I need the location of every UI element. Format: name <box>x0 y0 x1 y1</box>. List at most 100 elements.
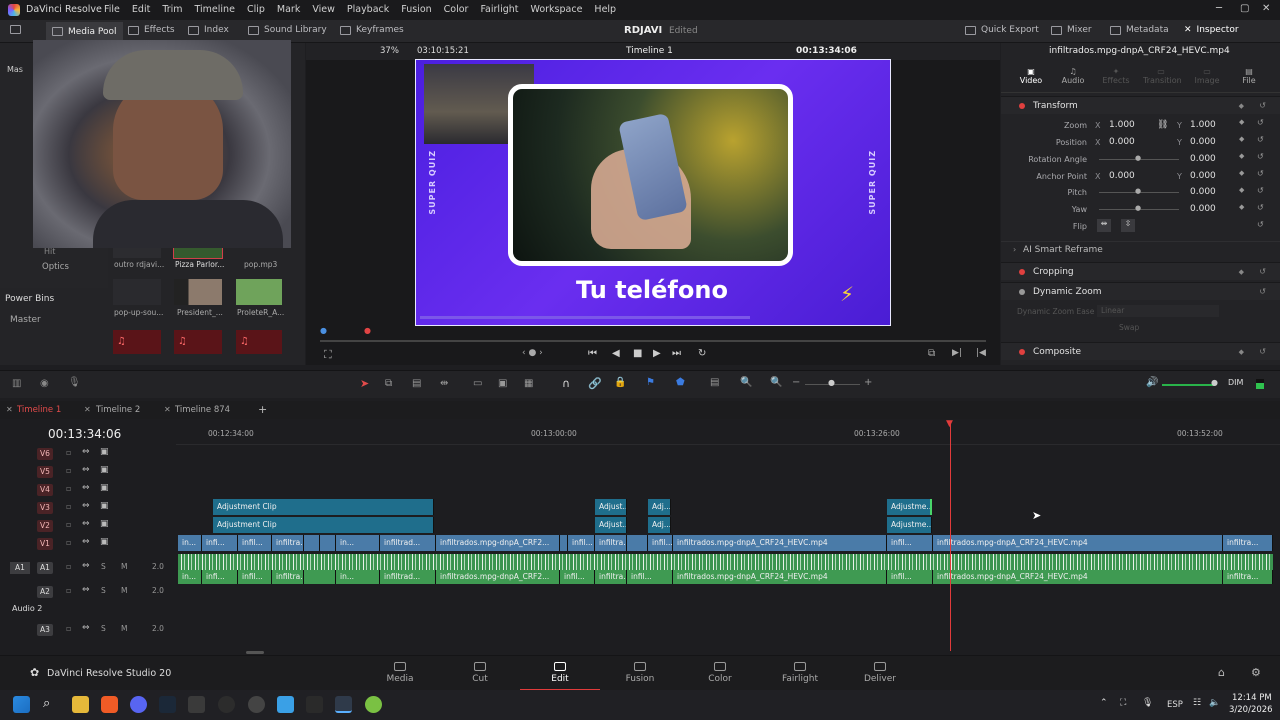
timeline-clip[interactable]: infi... <box>202 535 238 551</box>
timeline-clip[interactable]: infil... <box>560 570 595 584</box>
audio-clip-thumb[interactable]: ♫ <box>113 330 161 354</box>
track-visibility-icon[interactable]: ▣ <box>100 483 109 493</box>
timeline-viewer[interactable]: SUPER QUIZ SUPER QUIZ Tu teléfono ⚡ ● ● … <box>306 59 1000 365</box>
tab-timeline-2[interactable]: Timeline 2 <box>96 405 140 415</box>
windows-start-icon[interactable] <box>13 696 30 713</box>
mute-button[interactable]: M <box>121 562 127 571</box>
menu-workspace[interactable]: Workspace <box>524 4 588 15</box>
media-pool-button[interactable]: Media Pool <box>46 22 123 41</box>
timeline-clip[interactable]: infiltrad... <box>380 570 436 584</box>
search-icon[interactable]: ⌕ <box>43 696 50 711</box>
menu-clip[interactable]: Clip <box>241 4 271 15</box>
enable-toggle-icon[interactable] <box>1019 269 1025 275</box>
effects-button[interactable]: Effects <box>128 25 175 35</box>
prev-edit-icon[interactable]: |◀ <box>976 348 986 358</box>
timeline-clip[interactable]: in... <box>178 570 202 584</box>
menu-mark[interactable]: Mark <box>271 4 306 15</box>
yaw-field[interactable]: 0.000 <box>1190 204 1216 214</box>
keyframe-icon[interactable]: ◆ <box>1239 152 1244 160</box>
clip-thumb-label[interactable]: ProleteR_A... <box>237 308 284 317</box>
page-media[interactable]: Media <box>370 662 430 684</box>
timeline-clip[interactable]: Adj... <box>648 499 671 515</box>
tab-video[interactable]: ▣ Video <box>1019 67 1043 85</box>
timeline-clip[interactable]: infiltrados.mpg-dnpA_CRF24_HEVC.mp4 <box>933 570 1223 584</box>
audio-clip-thumb[interactable]: ♫ <box>236 330 282 354</box>
timeline-clip[interactable] <box>560 535 568 551</box>
enable-toggle-icon[interactable] <box>1019 103 1025 109</box>
reset-icon[interactable]: ↺ <box>1259 101 1266 110</box>
auto-track-icon[interactable]: ⇔ <box>82 483 90 493</box>
timeline-clip[interactable]: infi... <box>202 570 238 584</box>
lock-icon[interactable]: ▫ <box>66 538 71 547</box>
dim-button[interactable]: DIM <box>1228 378 1243 387</box>
track-visibility-icon[interactable]: ▣ <box>100 447 109 457</box>
timeline-clip[interactable]: infiltrad... <box>380 535 436 551</box>
zoom-full-icon[interactable]: ▤ <box>710 377 719 388</box>
reset-icon[interactable]: ↺ <box>1259 267 1266 276</box>
timeline-clip[interactable] <box>627 535 648 551</box>
keyframe-icon[interactable]: ◆ <box>1239 102 1244 110</box>
menu-fairlight[interactable]: Fairlight <box>474 4 524 15</box>
timeline-clip[interactable]: Adjustme... <box>887 517 932 533</box>
ai-reframe-section[interactable]: › AI Smart Reframe <box>1001 241 1280 257</box>
position-lock-icon[interactable]: 🔒 <box>614 377 626 388</box>
clip-thumb-label[interactable]: pop.mp3 <box>244 260 277 269</box>
enable-toggle-icon[interactable] <box>1019 289 1025 295</box>
bin-optics[interactable]: Optics <box>42 262 69 272</box>
discord-icon[interactable] <box>130 696 147 713</box>
auto-track-icon[interactable]: ⇔ <box>82 561 90 571</box>
lock-icon[interactable]: ▫ <box>66 484 71 493</box>
play-icon[interactable]: ▶ <box>653 348 661 359</box>
timeline-clip[interactable]: infiltra... <box>1223 570 1273 584</box>
timeline-clip[interactable]: in... <box>178 535 202 551</box>
flip-horizontal-icon[interactable]: ⇹ <box>1097 219 1111 232</box>
page-fairlight[interactable]: Fairlight <box>770 662 830 684</box>
zoom-detail-icon[interactable]: 🔍 <box>740 377 752 388</box>
keyframe-icon[interactable]: ◆ <box>1239 135 1244 143</box>
next-edit-icon[interactable]: ▶| <box>952 348 962 358</box>
playhead-handle-icon[interactable]: ▼ <box>946 419 953 429</box>
cropping-section[interactable]: Cropping ◆ ↺ <box>1001 262 1280 280</box>
keyframe-icon[interactable]: ◆ <box>1239 169 1244 177</box>
inspector-button[interactable]: ✕ Inspector <box>1184 25 1239 35</box>
davinci-taskbar-icon[interactable] <box>335 696 352 713</box>
timeline-ruler[interactable]: 00:12:34:00 00:13:00:00 00:13:26:00 00:1… <box>176 419 1280 445</box>
timeline-clip[interactable]: infil... <box>238 570 272 584</box>
linked-selection-icon[interactable]: 🔗 <box>588 377 602 390</box>
flag-icon[interactable]: ⚑ <box>646 377 655 388</box>
page-deliver[interactable]: Deliver <box>850 662 910 684</box>
slider-handle-icon[interactable]: ● <box>1135 187 1141 195</box>
home-icon[interactable]: ⌂ <box>1218 666 1225 679</box>
mic-tray-icon[interactable]: 🎙 <box>1142 698 1153 708</box>
timeline-clip[interactable]: infil... <box>568 535 595 551</box>
menu-color[interactable]: Color <box>438 4 475 15</box>
volume-icon[interactable]: 🔊 <box>1146 377 1158 388</box>
audio-clip-thumb[interactable]: ♫ <box>174 330 222 354</box>
lock-icon[interactable]: ▫ <box>66 562 71 571</box>
master-bin[interactable]: Mas <box>7 65 23 74</box>
sound-library-button[interactable]: Sound Library <box>248 25 327 35</box>
clock-date[interactable]: 3/20/2026 <box>1229 705 1273 715</box>
slider-handle-icon[interactable]: ● <box>1135 154 1141 162</box>
track-header-v4[interactable]: V4 ▫ ⇔ ▣ <box>0 481 174 499</box>
index-button[interactable]: Index <box>188 25 229 35</box>
audio-icon[interactable]: ◉ <box>40 378 49 389</box>
auto-track-icon[interactable]: ⇔ <box>82 537 90 547</box>
viewer-scrubber[interactable] <box>320 340 986 342</box>
audio-waveform[interactable] <box>178 554 1273 570</box>
loop-icon[interactable]: ↻ <box>698 348 706 359</box>
microphone-icon[interactable]: 🎙 <box>68 377 81 388</box>
enable-toggle-icon[interactable] <box>1019 349 1025 355</box>
timeline-clip[interactable]: in... <box>336 535 380 551</box>
bin-hit[interactable]: Hit <box>44 247 55 256</box>
source-patch-a1[interactable]: A1 <box>10 562 30 574</box>
mute-button[interactable]: M <box>121 586 127 595</box>
auto-track-icon[interactable]: ⇔ <box>82 447 90 457</box>
track-header-v2[interactable]: V2 ▫ ⇔ ▣ <box>0 517 174 535</box>
tab-effects[interactable]: ✦ Effects <box>1101 67 1131 85</box>
reset-icon[interactable]: ↺ <box>1259 347 1266 356</box>
selection-tool-icon[interactable]: ➤ <box>360 377 369 390</box>
page-edit[interactable]: Edit <box>520 662 600 691</box>
insert-clip-icon[interactable]: ▭ <box>473 378 482 389</box>
timeline-clip[interactable] <box>320 535 336 551</box>
